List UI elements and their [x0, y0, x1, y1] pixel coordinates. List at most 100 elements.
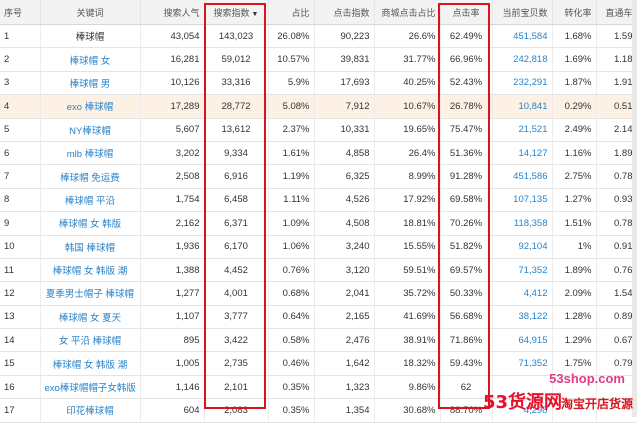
table-row[interactable]: 2 棒球帽 女 16,281 59,012 10.57% 39,831 31.77% 66.9… [0, 47, 637, 72]
row-number: 12 [0, 281, 41, 306]
share: 26.08% [268, 24, 315, 49]
share: 1.19% [268, 164, 315, 189]
click-rate: 69.57% [440, 258, 493, 283]
click-index: 1,354 [314, 398, 375, 423]
table-row[interactable]: 13 棒球帽 女 夏天 1,107 3,777 0.64% 2,165 41.69% 56.6… [0, 305, 637, 330]
col-header-items[interactable]: 当前宝贝数 [492, 0, 553, 25]
keyword-link[interactable]: 女 平沿 棒球帽 [40, 328, 141, 353]
keyword-link[interactable]: 棒球帽 平沿 [40, 188, 141, 213]
table-row[interactable]: 4 exo 棒球帽 17,289 28,772 5.08% 7,912 10.67% 26.7… [0, 94, 637, 119]
keyword-link[interactable]: 韩国 棒球帽 [40, 235, 141, 259]
item-count-link[interactable]: 242,818 [492, 47, 553, 72]
search-index: 6,916 [204, 164, 269, 189]
row-number: 2 [0, 47, 41, 72]
click-rate: 70.26% [440, 211, 493, 236]
click-index: 3,120 [314, 258, 375, 283]
vertical-scrollbar[interactable] [632, 0, 637, 417]
keyword-link[interactable]: exo棒球帽帽子女韩版 [40, 375, 141, 400]
col-header-search-index[interactable]: 搜索指数 ▼ [204, 0, 269, 25]
sort-desc-icon[interactable]: ▼ [252, 11, 259, 18]
share: 10.57% [268, 47, 315, 72]
item-count-link[interactable]: 4,412 [492, 281, 553, 306]
mall-click-share: 41.69% [374, 305, 441, 330]
table-row[interactable]: 14 女 平沿 棒球帽 895 3,422 0.58% 2,476 38.91% 71.86%… [0, 328, 637, 353]
search-index: 4,452 [204, 258, 269, 283]
col-header-popularity[interactable]: 搜索人气 [140, 0, 205, 25]
click-index: 4,508 [314, 211, 375, 236]
search-popularity: 895 [140, 328, 205, 353]
col-header-share[interactable]: 占比 [268, 0, 315, 25]
table-row[interactable]: 11 棒球帽 女 韩版 潮 1,388 4,452 0.76% 3,120 59.51% 69… [0, 258, 637, 283]
table-row[interactable]: 8 棒球帽 平沿 1,754 6,458 1.11% 4,526 17.92% 69.58% 1… [0, 188, 637, 213]
search-popularity: 1,005 [140, 351, 205, 376]
share: 2.37% [268, 118, 315, 142]
search-index: 2,735 [204, 351, 269, 376]
table-row[interactable]: 1 棒球帽 43,054 143,023 26.08% 90,223 26.6% 62.49%… [0, 24, 637, 49]
table-row[interactable]: 6 mlb 棒球帽 3,202 9,334 1.61% 4,858 26.4% 51.36% 1… [0, 141, 637, 166]
ztc-price: 1.18 [596, 47, 637, 72]
col-header-click-index[interactable]: 点击指数 [314, 0, 375, 25]
item-count-link[interactable]: 451,586 [492, 164, 553, 189]
click-rate: 52.43% [440, 71, 493, 96]
mall-click-share: 35.72% [374, 281, 441, 306]
item-count-link[interactable]: 38,122 [492, 305, 553, 330]
item-count-link[interactable]: 92,104 [492, 235, 553, 259]
table-row[interactable]: 5 NY棒球帽 5,607 13,612 2.37% 10,331 19.65% 75.47%… [0, 118, 637, 142]
item-count-link[interactable]: 451,584 [492, 24, 553, 49]
col-header-ctr[interactable]: 点击率 [440, 0, 493, 25]
table-body: 1 棒球帽 43,054 143,023 26.08% 90,223 26.6% 62.49%… [0, 24, 637, 423]
keyword-link[interactable]: 棒球帽 女 韩版 潮 [40, 351, 141, 376]
col-header-ztc[interactable]: 直通车 [596, 0, 637, 25]
item-count-link[interactable]: 64,915 [492, 328, 553, 353]
item-count-link[interactable]: 118,358 [492, 211, 553, 236]
mall-click-share: 8.99% [374, 164, 441, 189]
share: 0.64% [268, 305, 315, 330]
click-rate: 66.96% [440, 47, 493, 72]
keyword-link[interactable]: NY棒球帽 [40, 118, 141, 142]
keyword-link[interactable]: 棒球帽 女 韩版 [40, 211, 141, 236]
table-row[interactable]: 12 夏季男士帽子 棒球帽 1,277 4,001 0.68% 2,041 35.72% 50… [0, 281, 637, 306]
conversion-rate: 2.09% [552, 281, 597, 306]
keyword-link[interactable]: 棒球帽 女 [40, 47, 141, 72]
ztc-price: 0.51 [596, 94, 637, 119]
table-row[interactable]: 9 棒球帽 女 韩版 2,162 6,371 1.09% 4,508 18.81% 70.26… [0, 211, 637, 236]
table-row[interactable]: 7 棒球帽 免运费 2,508 6,916 1.19% 6,325 8.99% 91.28% 4… [0, 164, 637, 189]
click-rate: 50.33% [440, 281, 493, 306]
row-number: 11 [0, 258, 41, 283]
item-count-link[interactable]: 21,521 [492, 118, 553, 142]
row-number: 9 [0, 211, 41, 236]
click-index: 3,240 [314, 235, 375, 259]
keyword-link[interactable]: 棒球帽 [40, 24, 141, 49]
conversion-rate: 1.28% [552, 305, 597, 330]
keyword-link[interactable]: 棒球帽 男 [40, 71, 141, 96]
item-count-link[interactable]: 10,841 [492, 94, 553, 119]
search-index: 33,316 [204, 71, 269, 96]
keyword-link[interactable]: 夏季男士帽子 棒球帽 [40, 281, 141, 306]
search-index: 2,083 [204, 398, 269, 423]
ztc-price: 0.78 [596, 164, 637, 189]
col-header-keyword[interactable]: 关键词 [40, 0, 141, 25]
row-number: 5 [0, 118, 41, 142]
col-header-no[interactable]: 序号 [0, 0, 41, 25]
keyword-link[interactable]: 棒球帽 女 韩版 潮 [40, 258, 141, 283]
row-number: 10 [0, 235, 41, 259]
row-number: 1 [0, 24, 41, 49]
table-row[interactable]: 3 棒球帽 男 10,126 33,316 5.9% 17,693 40.25% 52.43%… [0, 71, 637, 96]
click-index: 1,323 [314, 375, 375, 400]
item-count-link[interactable]: 232,291 [492, 71, 553, 96]
search-popularity: 2,162 [140, 211, 205, 236]
keyword-link[interactable]: 印花棒球帽 [40, 398, 141, 423]
keyword-link[interactable]: 棒球帽 免运费 [40, 164, 141, 189]
keyword-link[interactable]: exo 棒球帽 [40, 94, 141, 119]
item-count-link[interactable]: 107,135 [492, 188, 553, 213]
ztc-price: 1.59 [596, 24, 637, 49]
item-count-link[interactable]: 71,352 [492, 258, 553, 283]
search-index: 3,777 [204, 305, 269, 330]
table-row[interactable]: 10 韩国 棒球帽 1,936 6,170 1.06% 3,240 15.55% 51.82%… [0, 235, 637, 259]
col-header-mall-click[interactable]: 商城点击占比 [374, 0, 441, 25]
col-header-cvr[interactable]: 转化率 [552, 0, 597, 25]
mall-click-share: 10.67% [374, 94, 441, 119]
keyword-link[interactable]: 棒球帽 女 夏天 [40, 305, 141, 330]
keyword-link[interactable]: mlb 棒球帽 [40, 141, 141, 166]
item-count-link[interactable]: 14,127 [492, 141, 553, 166]
